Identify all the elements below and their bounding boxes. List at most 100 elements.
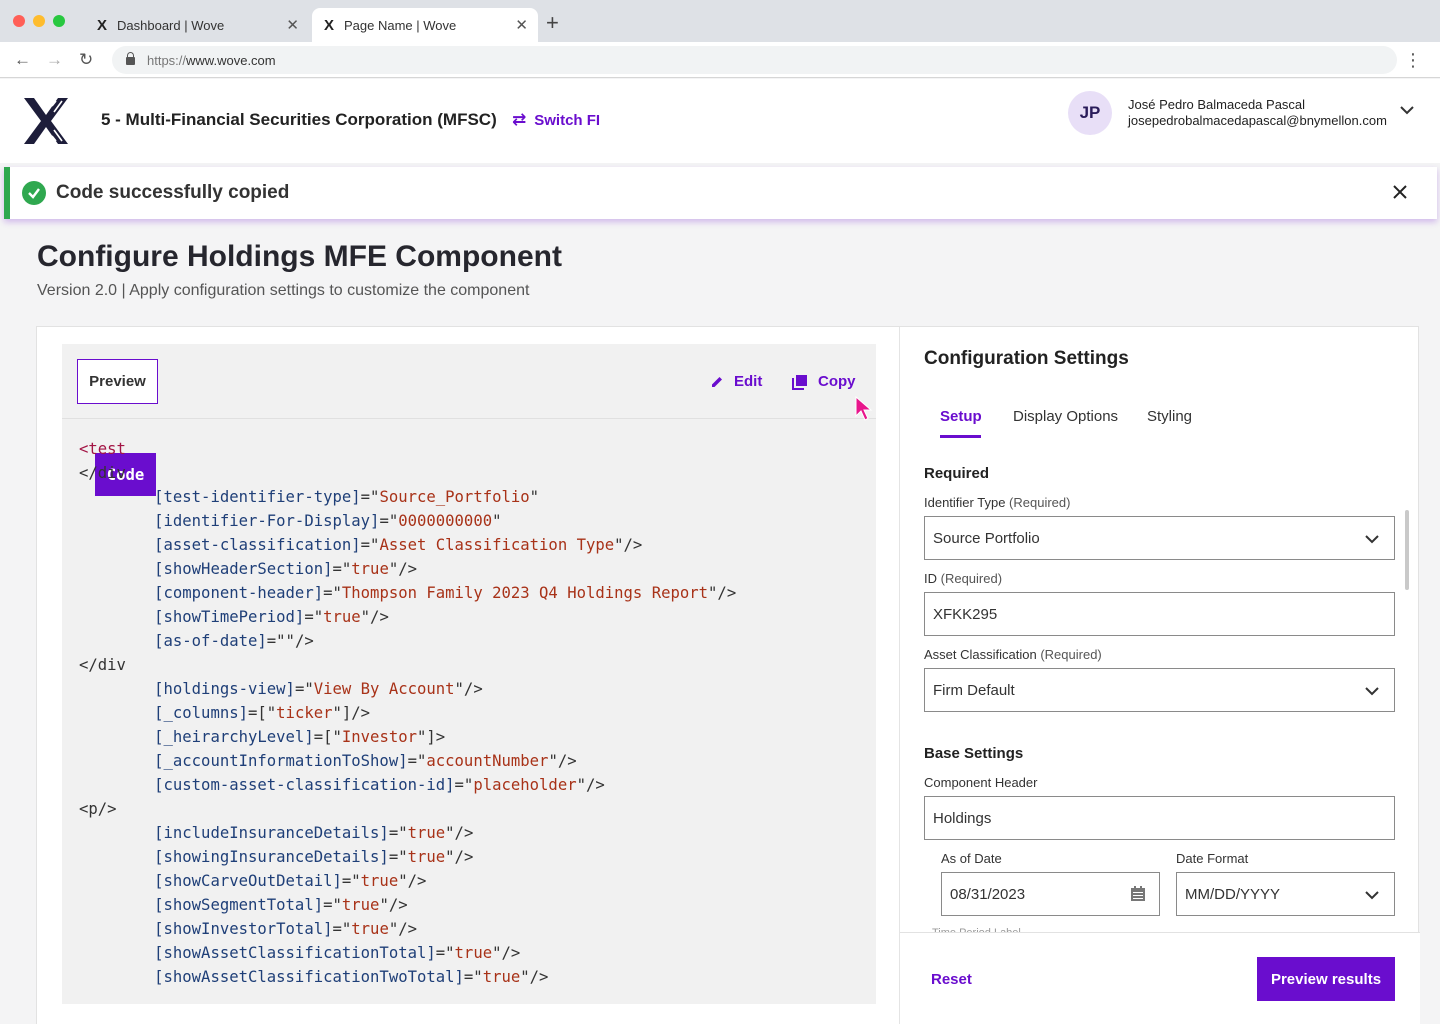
code-block[interactable]: <test </div [test-identifier-type]="Sourc… (79, 437, 736, 989)
code-line: [_accountInformationToShow]="accountNumb… (79, 749, 736, 773)
close-tab-icon[interactable]: ✕ (286, 16, 299, 34)
edit-button[interactable]: Edit (710, 373, 762, 390)
code-line: [asset-classification]="Asset Classifica… (79, 533, 736, 557)
code-token: =" (332, 560, 352, 578)
identifier-type-select[interactable]: Source Portfolio (924, 516, 1395, 560)
address-bar: ← → ↻ https://www.wove.com ⋮ (0, 42, 1440, 78)
reset-button[interactable]: Reset (931, 971, 972, 988)
minimize-window-button[interactable] (33, 15, 45, 27)
code-token: =" (323, 896, 342, 914)
url-host: www.wove.com (186, 52, 276, 68)
code-token: true (454, 944, 493, 962)
tab-display-options[interactable]: Display Options (1013, 408, 1118, 425)
code-token: =" (454, 776, 474, 794)
settings-scrollbar[interactable] (1405, 510, 1409, 590)
new-tab-icon[interactable]: + (546, 11, 559, 35)
financial-institution-name: 5 - Multi-Financial Securities Corporati… (101, 110, 497, 129)
code-token: "/> (614, 536, 643, 554)
id-input[interactable]: XFKK295 (924, 592, 1395, 636)
code-line: [showingInsuranceDetails]="true"/> (79, 845, 736, 869)
maximize-window-button[interactable] (53, 15, 65, 27)
identifier-type-value: Source Portfolio (933, 529, 1040, 547)
tab-styling[interactable]: Styling (1147, 408, 1192, 425)
chevron-down-icon (1365, 535, 1379, 544)
app-header: 5 - Multi-Financial Securities Corporati… (0, 79, 1440, 163)
code-line: </div (79, 653, 736, 677)
as-of-date-input[interactable]: 08/31/2023 (941, 872, 1160, 916)
code-line: [holdings-view]="View By Account"/> (79, 677, 736, 701)
code-token: "/> (520, 968, 549, 986)
code-line: [showTimePeriod]="true"/> (79, 605, 736, 629)
chevron-down-icon[interactable] (1398, 101, 1416, 119)
forward-arrow-icon[interactable]: → (46, 50, 63, 70)
back-arrow-icon[interactable]: ← (14, 50, 31, 70)
code-token: </div (79, 464, 126, 482)
asset-classification-select[interactable]: Firm Default (924, 668, 1395, 712)
code-token: "/> (492, 944, 521, 962)
code-token: </div (79, 656, 126, 674)
code-token: [identifier-For-Display] (154, 512, 380, 530)
code-token: accountNumber (426, 752, 549, 770)
code-line: [_columns]=["ticker"]/> (79, 701, 736, 725)
preview-results-button[interactable]: Preview results (1257, 957, 1395, 1001)
code-token: =" (388, 824, 408, 842)
code-line: [showCarveOutDetail]="true"/> (79, 869, 736, 893)
code-token: " (492, 512, 502, 530)
close-icon[interactable] (1391, 183, 1409, 201)
code-token: [includeInsuranceDetails] (154, 824, 389, 842)
required-marker: (Required) (1040, 647, 1102, 662)
lock-icon (126, 52, 135, 65)
code-token: <p/> (79, 800, 117, 818)
code-line: [showHeaderSection]="true"/> (79, 557, 736, 581)
code-token: [_columns] (154, 704, 248, 722)
label-text: Identifier Type (924, 495, 1006, 510)
code-token: [showCarveOutDetail] (154, 872, 342, 890)
component-header-input[interactable]: Holdings (924, 796, 1395, 840)
date-format-select[interactable]: MM/DD/YYYY (1176, 872, 1395, 916)
code-token: "/> (708, 584, 737, 602)
chevron-down-icon (1365, 687, 1379, 696)
close-tab-icon[interactable]: ✕ (515, 16, 528, 34)
wove-logo (24, 98, 68, 144)
code-token: [custom-asset-classification-id] (154, 776, 455, 794)
switch-fi-button[interactable]: ⇄ Switch FI (512, 110, 600, 130)
code-token: true (482, 968, 521, 986)
code-token: =" (360, 536, 380, 554)
avatar[interactable]: JP (1068, 91, 1112, 135)
browser-tab-dashboard[interactable]: X Dashboard | Wove ✕ (85, 8, 309, 42)
code-line: [component-header]="Thompson Family 2023… (79, 581, 736, 605)
code-token: =[" (313, 728, 342, 746)
code-line: [identifier-For-Display]="0000000000" (79, 509, 736, 533)
tab-preview[interactable]: Preview (78, 360, 157, 403)
code-token: =" (435, 944, 455, 962)
component-header-value: Holdings (933, 809, 992, 827)
reload-icon[interactable]: ↻ (79, 50, 93, 70)
browser-menu-icon[interactable]: ⋮ (1404, 50, 1422, 71)
asset-classification-value: Firm Default (933, 681, 1015, 699)
code-token: "/> (388, 560, 418, 578)
code-token: "/> (398, 872, 427, 890)
code-token: [component-header] (154, 584, 324, 602)
code-token: =" (332, 920, 352, 938)
copy-icon (792, 374, 807, 390)
copy-button[interactable]: Copy (792, 373, 856, 390)
tab-setup[interactable]: Setup (940, 408, 982, 425)
calendar-icon[interactable] (1131, 886, 1145, 901)
browser-tab-page-name[interactable]: X Page Name | Wove ✕ (312, 8, 538, 42)
code-token: =" (388, 848, 408, 866)
url-input[interactable]: https://www.wove.com (112, 46, 1397, 74)
code-line: [custom-asset-classification-id]="placeh… (79, 773, 736, 797)
edit-label: Edit (734, 373, 763, 390)
close-window-button[interactable] (13, 15, 25, 27)
code-token: "/> (576, 776, 605, 794)
view-toggle: Preview Code (77, 359, 158, 496)
copy-label: Copy (818, 373, 856, 390)
as-of-date-label: As of Date (941, 851, 1002, 866)
